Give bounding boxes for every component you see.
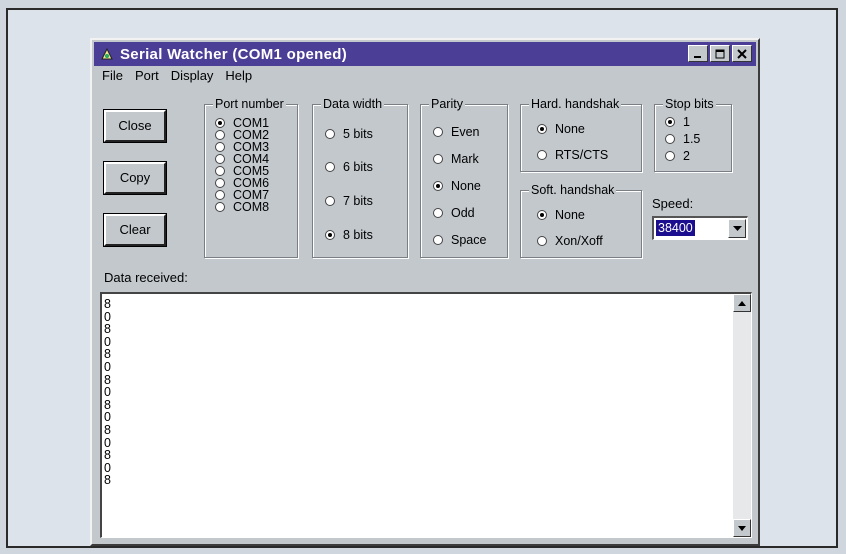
minimize-icon (694, 55, 701, 58)
radio-parity-none[interactable]: None (433, 179, 481, 193)
radio-button-icon[interactable] (215, 130, 225, 140)
menu-port[interactable]: Port (135, 68, 159, 83)
radio-button-icon[interactable] (537, 210, 547, 220)
data-width-group: Data width 5 bits 6 bits 7 bits 8 bits (312, 96, 408, 258)
radio-xon-xoff[interactable]: Xon/Xoff (537, 234, 603, 248)
port-number-title: Port number (213, 96, 286, 112)
menu-file[interactable]: File (102, 68, 123, 83)
radio-button-icon[interactable] (433, 208, 443, 218)
data-line: 8 (104, 473, 111, 488)
radio-parity-mark[interactable]: Mark (433, 152, 479, 166)
data-line: 0 (104, 385, 111, 400)
radio-button-icon[interactable] (215, 118, 225, 128)
maximize-icon (715, 49, 725, 58)
scroll-up-icon (738, 300, 746, 306)
radio-button-icon[interactable] (433, 154, 443, 164)
radio-button-icon[interactable] (433, 127, 443, 137)
radio-5-bits[interactable]: 5 bits (325, 127, 373, 141)
stop-bits-group: Stop bits 1 1.5 2 (654, 96, 732, 172)
radio-parity-even[interactable]: Even (433, 125, 480, 139)
data-line: 8 (104, 322, 111, 337)
menu-bar: File Port Display Help (102, 68, 252, 83)
copy-button[interactable]: Copy (104, 162, 166, 194)
close-window-button[interactable] (732, 45, 752, 62)
serial-watcher-window: Serial Watcher (COM1 opened) File Port D… (90, 38, 760, 546)
radio-stop-1-5[interactable]: 1.5 (665, 132, 700, 146)
radio-button-icon[interactable] (537, 150, 547, 160)
radio-button-icon[interactable] (665, 117, 675, 127)
speed-dropdown-button[interactable] (728, 219, 746, 238)
radio-button-icon[interactable] (325, 196, 335, 206)
data-received-textarea[interactable]: 8 0 8 0 8 0 8 0 8 0 8 0 8 0 8 (100, 292, 752, 538)
close-icon (737, 48, 747, 59)
radio-button-icon[interactable] (215, 142, 225, 152)
speed-label: Speed: (652, 196, 694, 211)
data-line: 8 (104, 448, 111, 463)
radio-button-icon[interactable] (215, 202, 225, 212)
menu-display[interactable]: Display (171, 68, 214, 83)
speed-select[interactable]: 38400 (652, 216, 748, 240)
chevron-down-icon (732, 225, 742, 231)
radio-button-icon[interactable] (325, 230, 335, 240)
radio-button-icon[interactable] (665, 151, 675, 161)
data-line: 8 (104, 422, 111, 437)
radio-button-icon[interactable] (325, 129, 335, 139)
port-number-group: Port number COM1 COM2 COM3 COM4 COM5 COM… (204, 96, 298, 258)
data-received-label: Data received: (104, 270, 188, 285)
data-line: 8 (104, 297, 111, 311)
close-button[interactable]: Close (104, 110, 166, 142)
hard-handshake-title: Hard. handshak (529, 96, 622, 112)
window-title: Serial Watcher (COM1 opened) (120, 45, 348, 63)
menu-help[interactable]: Help (225, 68, 252, 83)
radio-button-icon[interactable] (215, 166, 225, 176)
radio-button-icon[interactable] (215, 178, 225, 188)
radio-button-icon[interactable] (537, 236, 547, 246)
scroll-down-icon (738, 525, 746, 531)
radio-button-icon[interactable] (215, 154, 225, 164)
parity-title: Parity (429, 96, 465, 112)
radio-hard-none[interactable]: None (537, 122, 585, 136)
maximize-button[interactable] (710, 45, 730, 62)
radio-6-bits[interactable]: 6 bits (325, 160, 373, 174)
radio-soft-none[interactable]: None (537, 208, 585, 222)
radio-7-bits[interactable]: 7 bits (325, 194, 373, 208)
radio-button-icon[interactable] (325, 162, 335, 172)
radio-com8[interactable]: COM8 (215, 200, 269, 214)
radio-button-icon[interactable] (537, 124, 547, 134)
scroll-down-button[interactable] (733, 519, 751, 537)
soft-handshake-group: Soft. handshak None Xon/Xoff (520, 182, 642, 258)
vertical-scrollbar[interactable] (733, 294, 751, 537)
soft-handshake-title: Soft. handshak (529, 182, 617, 198)
radio-stop-2[interactable]: 2 (665, 149, 690, 163)
scroll-up-button[interactable] (733, 294, 751, 312)
radio-parity-space[interactable]: Space (433, 233, 486, 247)
radio-parity-odd[interactable]: Odd (433, 206, 475, 220)
radio-rts-cts[interactable]: RTS/CTS (537, 148, 608, 162)
stop-bits-title: Stop bits (663, 96, 716, 112)
radio-8-bits[interactable]: 8 bits (325, 228, 373, 242)
data-line: 0 (104, 359, 111, 374)
radio-button-icon[interactable] (433, 235, 443, 245)
parity-group: Parity Even Mark None Odd Space (420, 96, 508, 258)
radio-stop-1[interactable]: 1 (665, 115, 690, 129)
data-width-title: Data width (321, 96, 385, 112)
data-lines: 8 0 8 0 8 0 8 0 8 0 8 0 8 0 8 (104, 298, 111, 487)
clear-button[interactable]: Clear (104, 214, 166, 246)
title-bar[interactable]: Serial Watcher (COM1 opened) (94, 42, 756, 66)
minimize-button[interactable] (688, 45, 708, 62)
radio-button-icon[interactable] (215, 190, 225, 200)
speed-value: 38400 (656, 220, 695, 236)
app-icon (98, 45, 116, 63)
hard-handshake-group: Hard. handshak None RTS/CTS (520, 96, 642, 172)
radio-button-icon[interactable] (433, 181, 443, 191)
radio-button-icon[interactable] (665, 134, 675, 144)
